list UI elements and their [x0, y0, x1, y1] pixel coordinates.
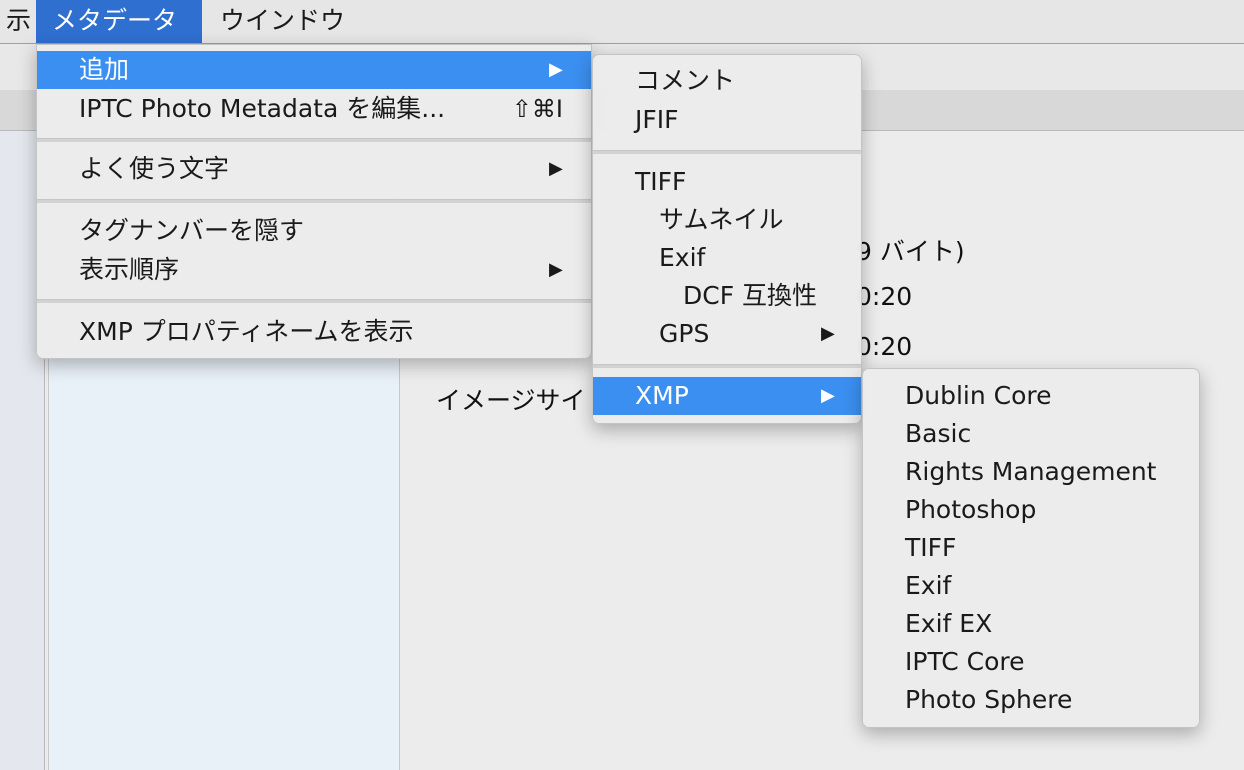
menubar-item-metadata[interactable]: メタデータ [36, 0, 202, 43]
menu-separator [593, 150, 861, 154]
xmp-item-photo-sphere[interactable]: Photo Sphere [863, 681, 1199, 719]
menu-item-display-order-label: 表示順序 [79, 255, 180, 284]
submenu-item-gps-label: GPS [659, 319, 710, 348]
submenu-item-dcf-label: DCF 互換性 [683, 281, 818, 310]
submenu-item-xmp-label: XMP [635, 381, 689, 410]
xmp-item-exif[interactable]: Exif [863, 567, 1199, 605]
add-submenu: コメント JFIF TIFF サムネイル Exif DCF 互換性 GPS ▶ … [592, 54, 862, 424]
submenu-item-thumbnail-label: サムネイル [659, 205, 784, 234]
xmp-item-label: Basic [905, 419, 972, 448]
xmp-item-photoshop[interactable]: Photoshop [863, 491, 1199, 529]
content-text-image-size: イメージサイ [436, 386, 586, 415]
submenu-item-gps[interactable]: GPS ▶ [593, 315, 861, 353]
content-text-time-2: 0:20 [856, 332, 913, 361]
xmp-item-label: Exif [905, 571, 952, 600]
xmp-item-tiff[interactable]: TIFF [863, 529, 1199, 567]
xmp-item-iptc-core[interactable]: IPTC Core [863, 643, 1199, 681]
menu-item-favorite-chars-label: よく使う文字 [79, 154, 230, 183]
submenu-item-dcf[interactable]: DCF 互換性 [593, 277, 861, 315]
menu-item-add[interactable]: 追加 ▶ [37, 51, 591, 89]
menu-item-hide-tag-numbers-label: タグナンバーを隠す [79, 216, 305, 245]
xmp-item-label: Photo Sphere [905, 685, 1073, 714]
submenu-arrow-icon: ▶ [549, 59, 563, 80]
xmp-item-label: Photoshop [905, 495, 1037, 524]
metadata-menu: 追加 ▶ IPTC Photo Metadata を編集... ⇧⌘I よく使う… [36, 44, 592, 359]
menu-bar: 示 メタデータ ウインドウ [0, 0, 1244, 44]
submenu-arrow-icon: ▶ [549, 259, 563, 280]
xmp-item-dublin-core[interactable]: Dublin Core [863, 377, 1199, 415]
menu-item-show-xmp-label: XMP プロパティネームを表示 [79, 317, 414, 346]
xmp-submenu: Dublin Core Basic Rights Management Phot… [862, 368, 1200, 728]
xmp-item-label: Dublin Core [905, 381, 1052, 410]
submenu-item-exif[interactable]: Exif [593, 239, 861, 277]
submenu-arrow-icon: ▶ [821, 323, 835, 344]
xmp-item-label: TIFF [905, 533, 957, 562]
menu-separator [37, 138, 591, 142]
xmp-item-label: Rights Management [905, 457, 1157, 486]
menubar-item-window[interactable]: ウインドウ [204, 0, 361, 43]
menu-item-shortcut: ⇧⌘I [511, 95, 563, 123]
submenu-item-jfif[interactable]: JFIF [593, 101, 861, 139]
menu-item-edit-iptc[interactable]: IPTC Photo Metadata を編集... ⇧⌘I [37, 90, 591, 128]
submenu-arrow-icon: ▶ [821, 385, 835, 406]
submenu-item-thumbnail[interactable]: サムネイル [593, 201, 861, 239]
xmp-item-exif-ex[interactable]: Exif EX [863, 605, 1199, 643]
submenu-item-comment[interactable]: コメント [593, 62, 861, 100]
menu-item-edit-iptc-label: IPTC Photo Metadata を編集... [79, 94, 446, 123]
menu-item-favorite-chars[interactable]: よく使う文字 ▶ [37, 150, 591, 188]
submenu-item-jfif-label: JFIF [635, 105, 679, 134]
xmp-item-rights-management[interactable]: Rights Management [863, 453, 1199, 491]
xmp-item-label: Exif EX [905, 609, 993, 638]
submenu-arrow-icon: ▶ [549, 158, 563, 179]
xmp-item-label: IPTC Core [905, 647, 1025, 676]
submenu-item-exif-label: Exif [659, 243, 706, 272]
menu-item-hide-tag-numbers[interactable]: タグナンバーを隠す [37, 212, 591, 250]
submenu-item-tiff-label: TIFF [635, 167, 687, 196]
menu-separator [37, 199, 591, 203]
menu-item-show-xmp-property-names[interactable]: XMP プロパティネームを表示 [37, 313, 591, 351]
submenu-item-comment-label: コメント [635, 66, 736, 95]
menu-item-add-label: 追加 [79, 55, 130, 84]
menu-item-display-order[interactable]: 表示順序 ▶ [37, 251, 591, 289]
xmp-item-basic[interactable]: Basic [863, 415, 1199, 453]
content-text-size: 9 バイト) [856, 237, 965, 266]
submenu-item-tiff[interactable]: TIFF [593, 163, 861, 201]
submenu-item-xmp[interactable]: XMP ▶ [593, 377, 861, 415]
menu-separator [593, 364, 861, 368]
menu-separator [37, 299, 591, 303]
content-text-time-1: 0:20 [856, 282, 913, 311]
